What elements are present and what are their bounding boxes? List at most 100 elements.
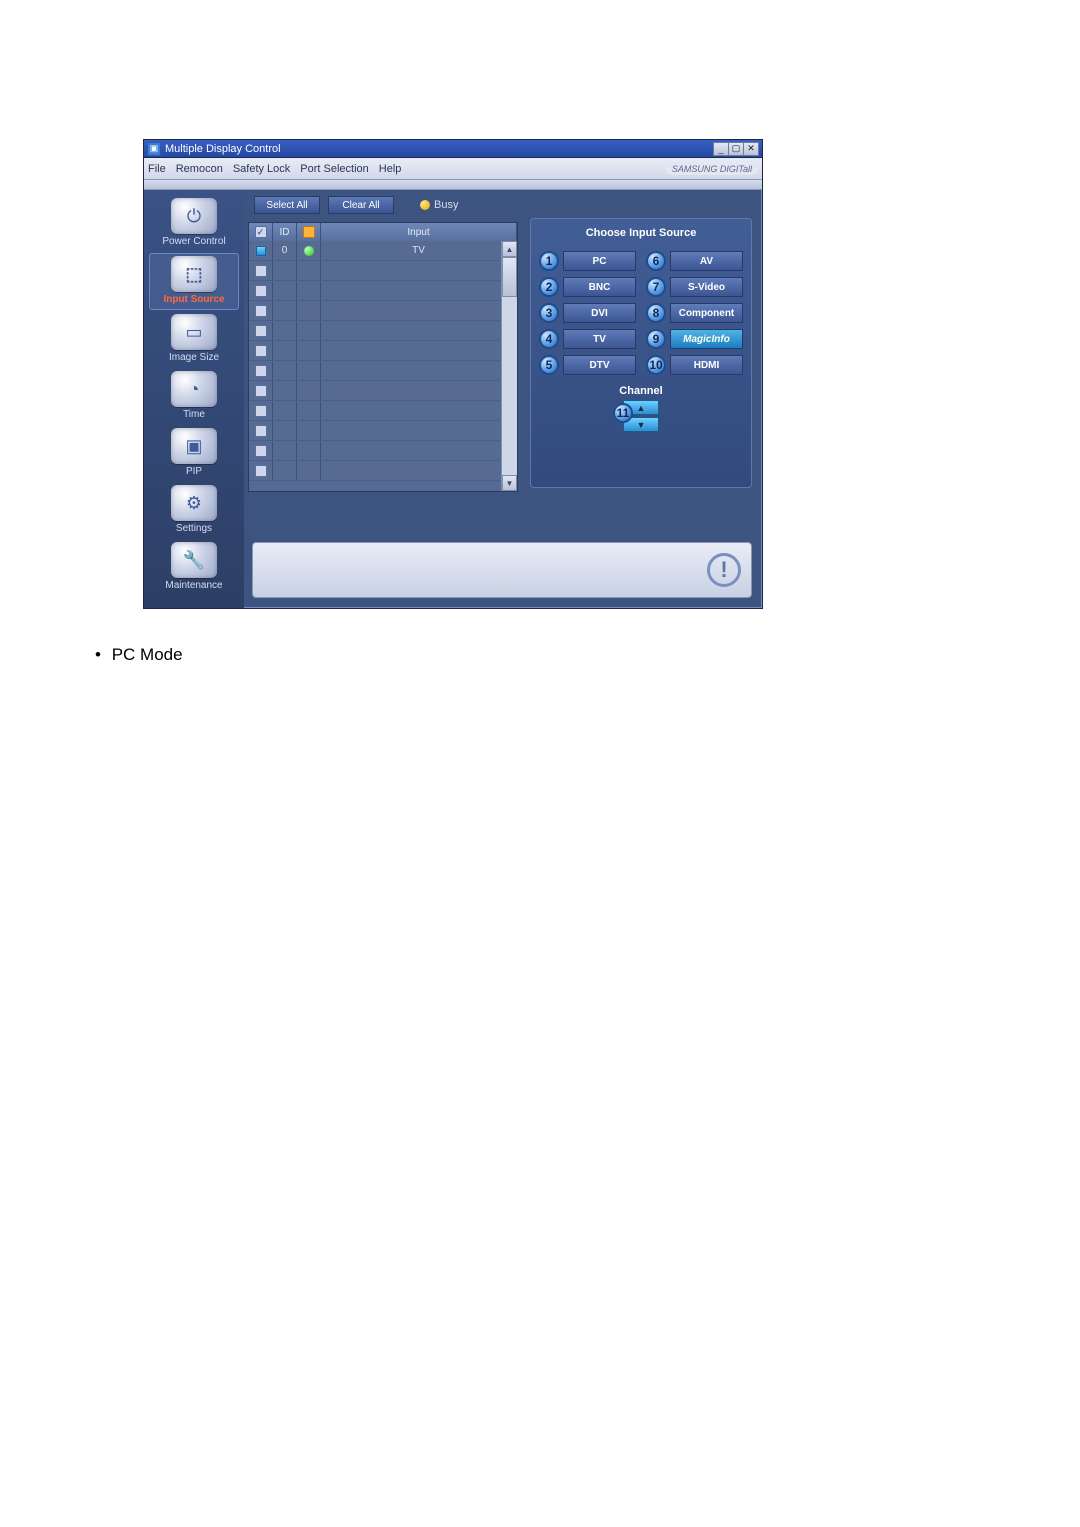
scroll-up-icon[interactable]: ▲ <box>502 241 517 257</box>
row-checkbox[interactable] <box>249 261 273 280</box>
source-button-component[interactable]: Component <box>670 303 743 323</box>
sidebar-item-image-size[interactable]: ▭ Image Size <box>149 312 239 367</box>
menu-safety-lock[interactable]: Safety Lock <box>233 163 290 175</box>
sidebar-item-time[interactable]: ◔ Time <box>149 369 239 424</box>
table-row[interactable] <box>249 341 517 361</box>
checkbox-icon <box>255 365 267 377</box>
sidebar-item-settings[interactable]: ⚙ Settings <box>149 483 239 538</box>
table-row[interactable] <box>249 281 517 301</box>
row-status <box>297 301 321 320</box>
grid-rows: 0TV <box>249 241 517 491</box>
col-input[interactable]: Input <box>321 223 517 241</box>
row-checkbox[interactable] <box>249 381 273 400</box>
source-button-pc[interactable]: PC <box>563 251 636 271</box>
scroll-thumb[interactable] <box>502 257 517 297</box>
sidebar-item-label: Image Size <box>149 352 239 363</box>
checkbox-icon <box>255 325 267 337</box>
scroll-track[interactable] <box>502 257 517 475</box>
table-row[interactable] <box>249 381 517 401</box>
col-id[interactable]: ID <box>273 223 297 241</box>
grid-scrollbar[interactable]: ▲ ▼ <box>501 241 517 491</box>
row-input <box>321 261 517 280</box>
row-checkbox[interactable] <box>249 301 273 320</box>
row-checkbox[interactable] <box>249 321 273 340</box>
status-header-icon <box>303 226 315 238</box>
display-grid: ✓ ID Input 0TV ▲ ▼ <box>248 222 518 492</box>
clock-icon: ◔ <box>171 371 217 407</box>
checkbox-icon <box>255 305 267 317</box>
scroll-down-icon[interactable]: ▼ <box>502 475 517 491</box>
sidebar-item-input-source[interactable]: ⬚ Input Source <box>149 253 239 310</box>
row-checkbox[interactable] <box>249 461 273 480</box>
table-row[interactable] <box>249 361 517 381</box>
source-button-s-video[interactable]: S-Video <box>670 277 743 297</box>
checkbox-icon <box>255 265 267 277</box>
table-row[interactable] <box>249 441 517 461</box>
sidebar-item-maintenance[interactable]: 🔧 Maintenance <box>149 540 239 595</box>
row-status <box>297 461 321 480</box>
sidebar-item-pip[interactable]: ▣ PIP <box>149 426 239 481</box>
row-checkbox[interactable] <box>249 401 273 420</box>
source-button-hdmi[interactable]: HDMI <box>670 355 743 375</box>
row-checkbox[interactable] <box>249 281 273 300</box>
clear-all-button[interactable]: Clear All <box>328 196 394 214</box>
row-id <box>273 441 297 460</box>
row-input <box>321 361 517 380</box>
row-status <box>297 281 321 300</box>
source-cell: 1PC <box>539 251 636 271</box>
source-button-av[interactable]: AV <box>670 251 743 271</box>
menu-remocon[interactable]: Remocon <box>176 163 223 175</box>
source-cell: 3DVI <box>539 303 636 323</box>
source-button-magicinfo[interactable]: MagicInfo <box>670 329 743 349</box>
checkbox-icon <box>255 285 267 297</box>
checkbox-icon <box>255 465 267 477</box>
row-checkbox[interactable] <box>249 361 273 380</box>
select-all-button[interactable]: Select All <box>254 196 320 214</box>
source-number-badge: 3 <box>539 303 559 323</box>
table-row[interactable] <box>249 321 517 341</box>
row-input <box>321 281 517 300</box>
channel-label: Channel <box>539 385 743 397</box>
gear-icon: ⚙ <box>171 485 217 521</box>
busy-dot-icon <box>420 200 430 210</box>
maximize-button[interactable]: ▢ <box>728 142 744 156</box>
checkbox-icon <box>255 445 267 457</box>
checkbox-icon <box>255 405 267 417</box>
row-checkbox[interactable] <box>249 441 273 460</box>
table-row[interactable] <box>249 301 517 321</box>
row-id <box>273 341 297 360</box>
source-button-bnc[interactable]: BNC <box>563 277 636 297</box>
image-size-icon: ▭ <box>171 314 217 350</box>
window-controls: _ ▢ ✕ <box>714 142 759 156</box>
row-input <box>321 401 517 420</box>
menu-file[interactable]: File <box>148 163 166 175</box>
table-row[interactable] <box>249 401 517 421</box>
table-row[interactable] <box>249 461 517 481</box>
row-input <box>321 341 517 360</box>
row-checkbox[interactable] <box>249 421 273 440</box>
status-panel: ! <box>252 542 752 598</box>
row-id <box>273 461 297 480</box>
table-row[interactable] <box>249 261 517 281</box>
table-row[interactable] <box>249 421 517 441</box>
channel-block: Channel 11 ▲ ▼ <box>539 385 743 432</box>
col-check[interactable]: ✓ <box>249 223 273 241</box>
source-button-dtv[interactable]: DTV <box>563 355 636 375</box>
source-number-badge: 2 <box>539 277 559 297</box>
row-status <box>297 321 321 340</box>
source-button-dvi[interactable]: DVI <box>563 303 636 323</box>
input-source-icon: ⬚ <box>171 256 217 292</box>
table-row[interactable]: 0TV <box>249 241 517 261</box>
menu-help[interactable]: Help <box>379 163 402 175</box>
row-status <box>297 441 321 460</box>
col-status[interactable] <box>297 223 321 241</box>
menu-port-selection[interactable]: Port Selection <box>300 163 368 175</box>
row-checkbox[interactable] <box>249 341 273 360</box>
row-status <box>297 261 321 280</box>
source-button-tv[interactable]: TV <box>563 329 636 349</box>
sidebar-item-power-control[interactable]: ⏻ Power Control <box>149 196 239 251</box>
close-button[interactable]: ✕ <box>743 142 759 156</box>
row-checkbox[interactable] <box>249 241 273 260</box>
source-number-badge: 7 <box>646 277 666 297</box>
minimize-button[interactable]: _ <box>713 142 729 156</box>
